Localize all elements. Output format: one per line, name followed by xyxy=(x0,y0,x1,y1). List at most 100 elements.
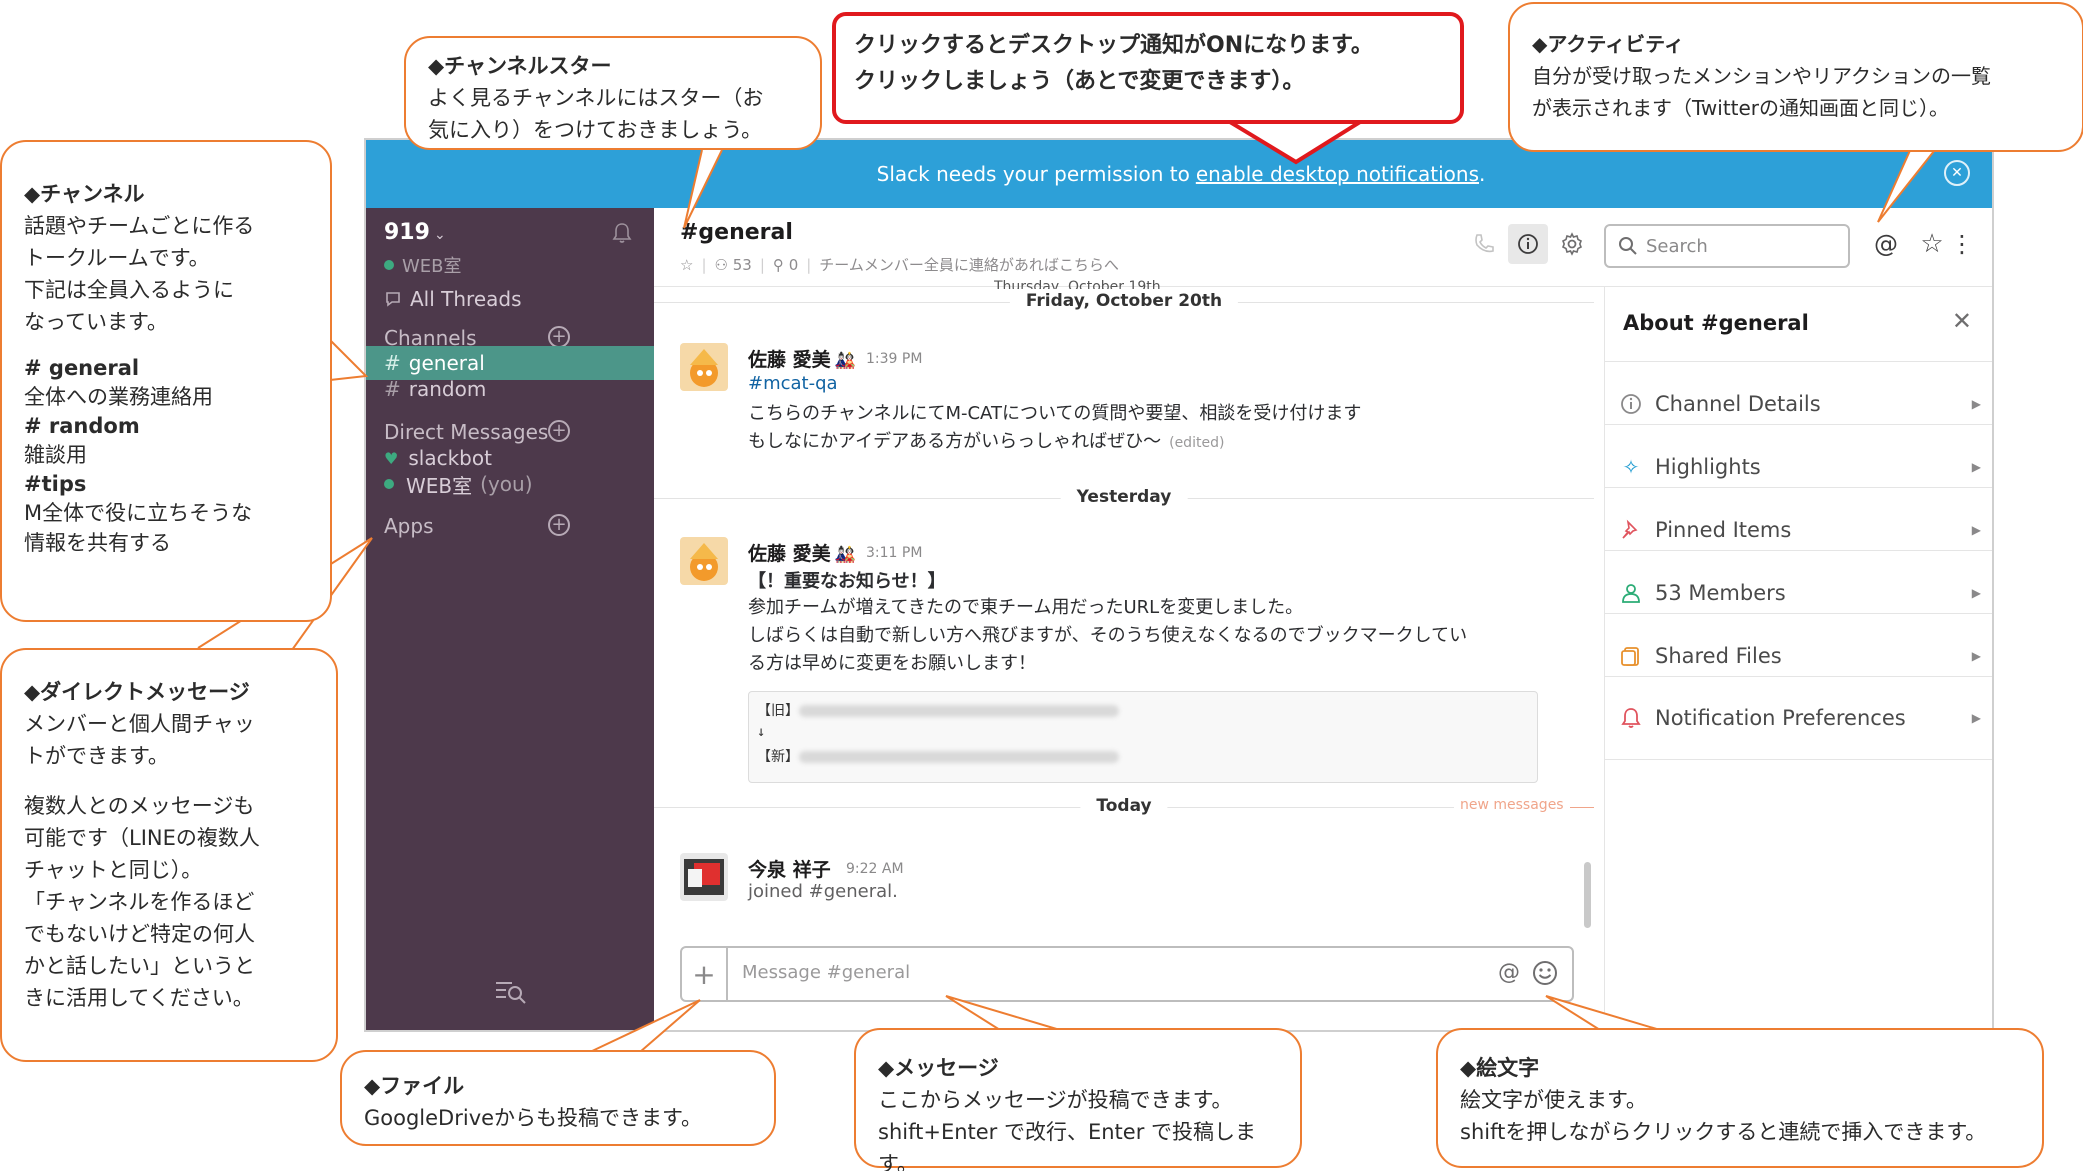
current-user[interactable]: WEB室 xyxy=(384,252,462,278)
message-text: る方は早めに変更をお願いします！ xyxy=(748,653,1036,674)
message-list: Thursday, October 19th Friday, October 2… xyxy=(654,279,1594,1030)
author-status-emoji: 🎎 xyxy=(834,545,856,565)
person-icon xyxy=(1622,583,1640,603)
sidebar-item-label: random xyxy=(408,377,487,401)
chevron-right-icon: ▶ xyxy=(1971,648,1981,663)
attach-file-button[interactable]: + xyxy=(682,948,728,1000)
file-icon xyxy=(1621,646,1639,666)
message-composer[interactable]: + Message #general @ xyxy=(680,946,1574,1002)
avatar[interactable] xyxy=(680,343,728,391)
gear-icon xyxy=(1561,232,1583,256)
callout-direct-message: ◆ダイレクトメッセージ メンバーと個人間チャッ トができます。 複数人とのメッセ… xyxy=(0,648,338,1062)
callout-file: ◆ファイル GoogleDriveからも投稿できます。 xyxy=(340,1050,776,1146)
author-status-emoji: 🎎 xyxy=(834,351,856,371)
new-messages-label: new messages xyxy=(1454,797,1570,813)
edited-label: (edited) xyxy=(1169,435,1225,451)
message-timestamp[interactable]: 9:22 AM xyxy=(846,861,904,877)
at-icon: @ xyxy=(1874,230,1898,258)
channel-link[interactable]: #mcat-qa xyxy=(748,373,838,394)
phone-icon[interactable] xyxy=(1472,232,1496,256)
online-status-icon xyxy=(384,479,394,489)
team-name: 919 xyxy=(384,220,430,245)
channel-details-panel: About #general ✕ Channel Details ▶ ✧ Hig… xyxy=(1604,287,1992,1030)
message-text: しばらくは自動で新しい方へ飛びますが、そのうち使えなくなるのでブックマークしてい xyxy=(748,625,1468,646)
star-icon[interactable]: ☆ xyxy=(680,256,693,274)
add-channel-icon[interactable]: + xyxy=(548,326,570,348)
callout-desktop-notifications: クリックするとデスクトップ通知がONになります。 クリックしましょう（あとで変更… xyxy=(832,12,1464,124)
info-icon xyxy=(1518,234,1538,254)
pin-icon xyxy=(1622,519,1638,539)
person-icon: ⚇ xyxy=(714,255,728,274)
message-text: もしなにかアイデアある方がいらっしゃればぜひ〜 (edited) xyxy=(748,431,1225,452)
message-author[interactable]: 今泉 祥子 xyxy=(748,855,831,882)
bell-icon xyxy=(1621,708,1641,728)
chevron-right-icon: ▶ xyxy=(1971,711,1981,725)
threads-icon xyxy=(386,292,400,307)
team-switcher[interactable]: 919 ⌄ xyxy=(384,220,446,245)
starred-items-button[interactable]: ☆ xyxy=(1912,224,1952,264)
quick-switcher-icon[interactable] xyxy=(494,978,528,1006)
banner-text: Slack needs your permission to xyxy=(876,162,1190,186)
search-input[interactable]: Search xyxy=(1604,224,1850,268)
online-status-icon xyxy=(384,260,394,270)
add-app-icon[interactable]: + xyxy=(548,514,570,536)
sidebar-item-all-threads[interactable]: All Threads xyxy=(366,282,654,316)
pin-count[interactable]: ⚲ 0 xyxy=(773,256,798,274)
channel-title: #general xyxy=(680,220,793,245)
channel-meta: ☆ | ⚇ 53 | ⚲ 0 | チームメンバー全員に連絡があればこちらへ xyxy=(680,255,1119,275)
chevron-down-icon: ⌄ xyxy=(433,227,446,243)
current-user-name: WEB室 xyxy=(402,256,462,277)
add-dm-icon[interactable]: + xyxy=(548,420,570,442)
close-icon[interactable]: ✕ xyxy=(1952,307,1972,335)
message-timestamp[interactable]: 1:39 PM xyxy=(866,351,922,367)
message-text: 【！重要なお知らせ！】 xyxy=(748,571,946,592)
hidden-day-label: Thursday, October 19th xyxy=(994,279,1161,289)
message-input[interactable]: Message #general xyxy=(742,962,910,983)
slack-window: Slack needs your permission to enable de… xyxy=(364,138,1994,1032)
apps-heading[interactable]: Apps xyxy=(384,514,434,538)
day-divider-label: Friday, October 20th xyxy=(1009,291,1239,311)
panel-title: About #general xyxy=(1623,311,1809,335)
pin-icon: ⚲ xyxy=(772,255,784,274)
scrollbar[interactable] xyxy=(1584,862,1591,928)
avatar[interactable] xyxy=(680,853,728,901)
message-text: joined #general. xyxy=(748,881,898,902)
search-placeholder: Search xyxy=(1646,235,1708,257)
sidebar-item-label: All Threads xyxy=(410,287,522,311)
callout-activity: ◆アクティビティ 自分が受け取ったメンションやリアクションの一覧 が表示されます… xyxy=(1508,2,2083,152)
day-divider-label: Today xyxy=(1080,796,1168,816)
blurred-url xyxy=(799,705,1119,717)
message-text: こちらのチャンネルにてM-CATについての質問や要望、相談を受け付けます xyxy=(748,403,1362,424)
message-timestamp[interactable]: 3:11 PM xyxy=(866,545,922,561)
mention-button[interactable]: @ xyxy=(1498,960,1520,985)
blurred-url xyxy=(799,751,1119,763)
enable-notifications-link[interactable]: enable desktop notifications xyxy=(1196,162,1479,186)
callout-channel: ◆チャンネル 話題やチームごとに作る トークルームです。 下記は全員入るように … xyxy=(0,140,332,622)
avatar[interactable] xyxy=(680,537,728,585)
banner-suffix: . xyxy=(1479,162,1486,186)
message-text: 参加チームが増えてきたので東チーム用だったURLを変更しました。 xyxy=(748,597,1304,618)
banner-close-icon[interactable]: ✕ xyxy=(1944,160,1970,186)
info-icon xyxy=(1621,393,1641,414)
member-count[interactable]: ⚇ 53 xyxy=(715,256,752,274)
callout-emoji: ◆絵文字 絵文字が使えます。 shiftを押しながらクリックすると連続で挿入でき… xyxy=(1436,1028,2044,1168)
sidebar-item-label: WEB室 xyxy=(406,473,473,498)
star-icon: ☆ xyxy=(1920,229,1944,259)
message-author[interactable]: 佐藤 愛美 🎎 xyxy=(748,539,856,566)
activity-button[interactable]: @ xyxy=(1866,224,1906,264)
notification-preferences-item[interactable]: Notification Preferences ▶ xyxy=(1605,676,1992,760)
channel-info-button[interactable] xyxy=(1508,224,1548,264)
chevron-right-icon: ▶ xyxy=(1971,459,1981,474)
emoji-icon[interactable] xyxy=(1532,960,1558,986)
you-label: (you) xyxy=(480,472,533,496)
bell-icon[interactable] xyxy=(612,222,632,244)
sidebar-item-self[interactable]: WEB室 (you) xyxy=(366,467,654,501)
chevron-right-icon: ▶ xyxy=(1971,522,1981,537)
sidebar: 919 ⌄ WEB室 All Threads Channels + # gener… xyxy=(366,208,654,1030)
channel-settings-button[interactable] xyxy=(1552,224,1592,264)
more-options-button[interactable]: ⋮ xyxy=(1950,224,1974,264)
callout-message: ◆メッセージ ここからメッセージが投稿できます。 shift+Enter で改行… xyxy=(854,1028,1302,1171)
search-icon xyxy=(1619,237,1637,255)
sidebar-item-random[interactable]: # random xyxy=(366,372,654,406)
message-author[interactable]: 佐藤 愛美 🎎 xyxy=(748,345,856,372)
